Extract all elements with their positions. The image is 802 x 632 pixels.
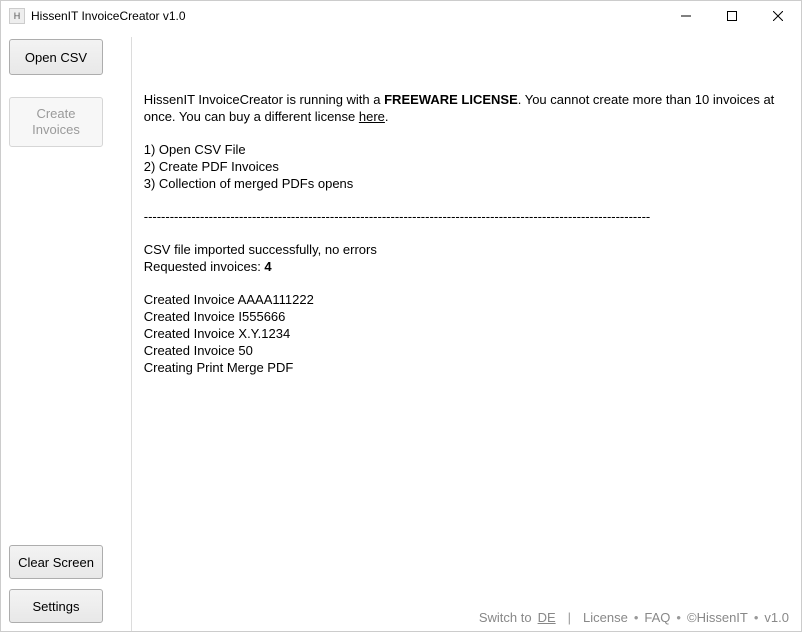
log-separator: ----------------------------------------…: [144, 208, 789, 225]
log-line: Creating Print Merge PDF: [144, 359, 789, 376]
maximize-button[interactable]: [709, 1, 755, 31]
clear-screen-button[interactable]: Clear Screen: [9, 545, 103, 579]
license-text-end: .: [385, 109, 389, 124]
window-controls: [663, 1, 801, 31]
minimize-icon: [681, 11, 691, 21]
step-item: 3) Collection of merged PDFs opens: [144, 175, 789, 192]
license-link[interactable]: License: [583, 610, 628, 625]
requested-invoices-label: Requested invoices:: [144, 259, 265, 274]
footer-bullet: •: [676, 610, 681, 625]
step-item: 2) Create PDF Invoices: [144, 158, 789, 175]
log-line: Created Invoice X.Y.1234: [144, 325, 789, 342]
footer-bullet: •: [754, 610, 759, 625]
switch-lang-link[interactable]: DE: [538, 610, 556, 625]
titlebar: H HissenIT InvoiceCreator v1.0: [1, 1, 801, 31]
log-line: Created Invoice 50: [144, 342, 789, 359]
footer-separator: |: [568, 610, 571, 625]
import-status: CSV file imported successfully, no error…: [144, 241, 789, 275]
step-item: 1) Open CSV File: [144, 141, 789, 158]
license-text-bold: FREEWARE LICENSE: [384, 92, 518, 107]
window-title: HissenIT InvoiceCreator v1.0: [31, 9, 186, 23]
open-csv-button[interactable]: Open CSV: [9, 39, 103, 75]
close-button[interactable]: [755, 1, 801, 31]
footer-bullet: •: [634, 610, 639, 625]
buy-license-link[interactable]: here: [359, 109, 385, 124]
maximize-icon: [727, 11, 737, 21]
copyright-link[interactable]: ©HissenIT: [687, 610, 748, 625]
sidebar: Open CSV Create Invoices Clear Screen Se…: [1, 31, 131, 631]
steps-list: 1) Open CSV File 2) Create PDF Invoices …: [144, 141, 789, 192]
close-icon: [773, 11, 783, 21]
minimize-button[interactable]: [663, 1, 709, 31]
footer-bar: Switch to DE | License • FAQ • ©HissenIT…: [132, 603, 801, 631]
log-line: Created Invoice AAAA111222: [144, 291, 789, 308]
creation-log: Created Invoice AAAA111222 Created Invoi…: [144, 291, 789, 376]
requested-invoices-count: 4: [264, 259, 271, 274]
footer-version: v1.0: [764, 610, 789, 625]
log-area: HissenIT InvoiceCreator is running with …: [132, 31, 801, 603]
import-success-line: CSV file imported successfully, no error…: [144, 241, 789, 258]
faq-link[interactable]: FAQ: [644, 610, 670, 625]
create-invoices-button[interactable]: Create Invoices: [9, 97, 103, 147]
license-text-pre: HissenIT InvoiceCreator is running with …: [144, 92, 384, 107]
app-icon: H: [9, 8, 25, 24]
switch-lang-prefix: Switch to: [479, 610, 532, 625]
license-notice: HissenIT InvoiceCreator is running with …: [144, 91, 789, 125]
settings-button[interactable]: Settings: [9, 589, 103, 623]
log-line: Created Invoice I555666: [144, 308, 789, 325]
